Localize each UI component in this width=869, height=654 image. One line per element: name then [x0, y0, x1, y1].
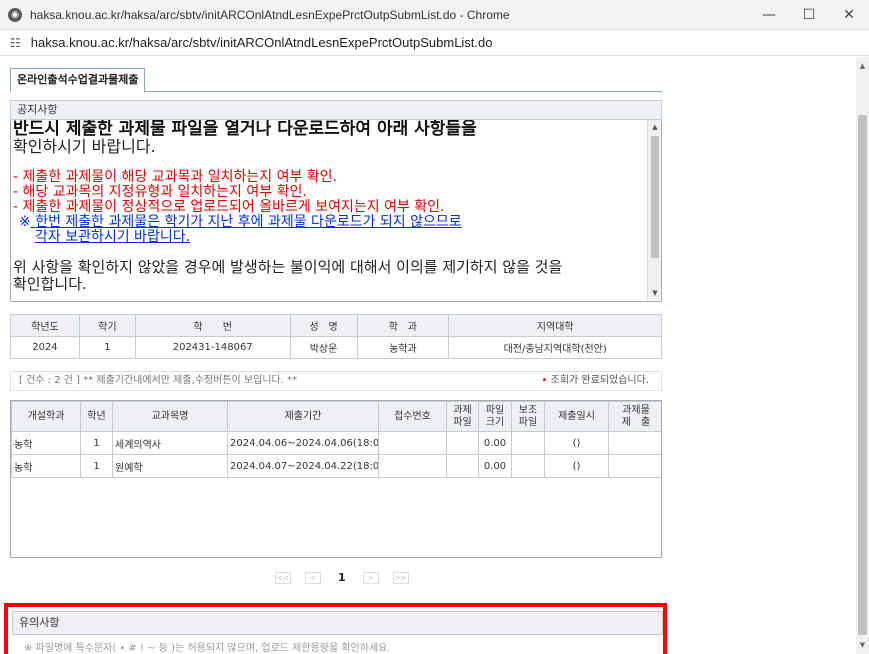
grid-header-receipt-no: 접수번호 — [378, 401, 447, 432]
header-semester: 학기 — [78, 314, 136, 337]
status-message: • 조회가 완료되었습니다. — [542, 372, 649, 390]
site-favicon-icon: ◉ — [8, 7, 22, 22]
notice-blue-mark: ※ — [19, 214, 31, 230]
notice-blue-text-1: 한번 제출한 과제물은 학기가 지난 후에 과제물 다운로드가 되지 않으므로 — [35, 214, 462, 230]
row2-course: 원예학 — [112, 454, 228, 478]
notice-red-2: - 해당 교과목의 지정유형과 일치하는지 여부 확인. — [13, 184, 307, 200]
window-controls: — ☐ ✕ — [749, 0, 869, 30]
notice-box: 반드시 제출한 과제물 파일을 열거나 다운로드하여 아래 사항들을 확인하시기… — [10, 120, 662, 302]
scrollbar-thumb[interactable] — [858, 115, 867, 635]
value-regional-college: 대전/충남지역대학(천안) — [448, 336, 662, 359]
status-text: 조회가 완료되었습니다. — [550, 375, 649, 386]
row1-submit-time: () — [544, 431, 609, 455]
row1-task-file[interactable] — [446, 431, 479, 455]
notice-header: 공지사항 — [10, 100, 662, 120]
notice-plain-1: 위 사항을 확인하지 않았을 경우에 발생하는 불이익에 대해서 이의를 제기하… — [13, 258, 563, 276]
table-row[interactable]: 농학 1 원예학 2024.04.07~2024.04.22(18:0 0.00… — [11, 454, 661, 478]
row2-task-file[interactable] — [446, 454, 479, 478]
header-department: 학 과 — [356, 314, 450, 337]
notice-scroll-thumb[interactable] — [651, 136, 659, 258]
scroll-up-icon[interactable]: ▲ — [856, 59, 869, 73]
student-info-header-row: 학년도 학기 학 번 성 명 학 과 지역대학 — [10, 314, 662, 337]
close-button[interactable]: ✕ — [829, 0, 869, 30]
row1-period: 2024.04.06~2024.04.06(18:0 — [227, 431, 379, 455]
row2-receipt-no — [378, 454, 447, 478]
value-name: 박상운 — [289, 336, 358, 359]
student-info-table: 학년도 학기 학 번 성 명 학 과 지역대학 2024 1 202431-14… — [10, 314, 662, 359]
caution-section-highlight: 유의사항 ※ 파일명에 특수문자( • # ! ~ 등 )는 허용되지 않으며,… — [4, 603, 667, 654]
last-page-button[interactable]: >> — [392, 571, 409, 584]
first-page-button[interactable]: << — [275, 571, 291, 584]
result-count-text: [ 건수 : 2 건 ] ** 제출기간내에서만 제출,수정버튼이 보입니다. … — [19, 375, 298, 386]
row1-grade: 1 — [80, 431, 113, 455]
notice-scroll-down-icon[interactable]: ▼ — [648, 289, 661, 297]
header-student-id: 학 번 — [134, 314, 291, 337]
student-info-value-row: 2024 1 202431-148067 박상운 농학과 대전/충남지역대학(천… — [10, 336, 662, 359]
value-semester: 1 — [78, 336, 136, 359]
row1-file-size: 0.00 — [478, 431, 512, 455]
notice-scroll-up-icon[interactable]: ▲ — [648, 123, 661, 131]
window-titlebar: ◉ haksa.knou.ac.kr/haksa/arc/sbtv/initAR… — [0, 0, 869, 30]
grid-header-submit-time: 제출일시 — [544, 401, 609, 432]
notice-scrollbar[interactable]: ▲ ▼ — [647, 120, 661, 300]
header-year: 학년도 — [10, 314, 80, 337]
table-row[interactable]: 농학 1 세계의역사 2024.04.06~2024.04.06(18:0 0.… — [11, 431, 661, 455]
notice-plain-2: 확인합니다. — [13, 275, 87, 293]
value-student-id: 202431-148067 — [134, 336, 291, 359]
grid-header-dept: 개설학과 — [11, 401, 81, 432]
row1-receipt-no — [378, 431, 447, 455]
pagination: << < 1 > >> — [268, 571, 416, 584]
address-bar: ☷ haksa.knou.ac.kr/haksa/arc/sbtv/initAR… — [0, 30, 869, 56]
notice-red-3: - 제출한 과제물이 정상적으로 업로드되어 올바르게 보여지는지 여부 확인. — [13, 199, 445, 215]
grid-header-submit: 과제물 제 출 — [608, 401, 661, 432]
row2-period: 2024.04.07~2024.04.22(18:0 — [227, 454, 379, 478]
next-page-button[interactable]: > — [362, 571, 379, 584]
result-count-bar: [ 건수 : 2 건 ] ** 제출기간내에서만 제출,수정버튼이 보입니다. … — [10, 371, 662, 391]
submission-grid: 개설학과 학년 교과목명 제출기간 접수번호 과제 파일 파일 크기 보조 파일… — [10, 400, 662, 558]
grid-header-grade: 학년 — [80, 401, 113, 432]
notice-red-1: - 제출한 과제물이 해당 교과목과 일치하는지 여부 확인. — [13, 169, 338, 185]
notice-line-1: 반드시 제출한 과제물 파일을 열거나 다운로드하여 아래 사항들을 — [13, 120, 477, 139]
header-name: 성 명 — [289, 314, 358, 337]
value-department: 농학과 — [356, 336, 450, 359]
row1-dept: 농학 — [11, 431, 81, 455]
tab-strip: 온라인출석수업결과물제출 — [10, 68, 662, 93]
header-regional-college: 지역대학 — [448, 314, 662, 337]
tab-online-attendance-submit[interactable]: 온라인출석수업결과물제출 — [10, 68, 146, 93]
row2-dept: 농학 — [11, 454, 81, 478]
grid-header-task-file: 과제 파일 — [446, 401, 479, 432]
grid-header-course: 교과목명 — [112, 401, 228, 432]
row2-submit[interactable] — [608, 454, 661, 478]
status-dot-icon: • — [541, 375, 548, 386]
row2-submit-time: () — [544, 454, 609, 478]
grid-header-period: 제출기간 — [227, 401, 379, 432]
site-info-icon[interactable]: ☷ — [10, 36, 21, 50]
row1-submit[interactable] — [608, 431, 661, 455]
submission-table: 개설학과 학년 교과목명 제출기간 접수번호 과제 파일 파일 크기 보조 파일… — [11, 401, 661, 478]
notice-blue-2: 각자 보관하시기 바랍니다. — [35, 229, 191, 245]
url-text[interactable]: haksa.knou.ac.kr/haksa/arc/sbtv/initARCO… — [31, 35, 493, 50]
row2-aux-file[interactable] — [511, 454, 545, 478]
minimize-button[interactable]: — — [749, 0, 789, 30]
window-title: haksa.knou.ac.kr/haksa/arc/sbtv/initARCO… — [30, 7, 510, 22]
current-page-number[interactable]: 1 — [338, 571, 346, 584]
scroll-down-icon[interactable]: ▼ — [856, 638, 869, 652]
notice-blue-1: ※ 한번 제출한 과제물은 학기가 지난 후에 과제물 다운로드가 되지 않으므… — [13, 215, 639, 230]
caution-header: 유의사항 — [12, 611, 663, 635]
row1-aux-file[interactable] — [511, 431, 545, 455]
maximize-button[interactable]: ☐ — [789, 0, 829, 30]
page-scrollbar[interactable]: ▲ ▼ — [856, 57, 869, 654]
value-year: 2024 — [10, 336, 80, 359]
grid-header-aux-file: 보조 파일 — [511, 401, 545, 432]
caution-text: ※ 파일명에 특수문자( • # ! ~ 등 )는 허용되지 않으며, 업로드 … — [24, 643, 391, 654]
row2-grade: 1 — [80, 454, 113, 478]
grid-header-file-size: 파일 크기 — [478, 401, 512, 432]
grid-header-row: 개설학과 학년 교과목명 제출기간 접수번호 과제 파일 파일 크기 보조 파일… — [11, 401, 661, 432]
row1-course: 세계의역사 — [112, 431, 228, 455]
prev-page-button[interactable]: < — [305, 571, 321, 584]
row2-file-size: 0.00 — [478, 454, 512, 478]
notice-line-2: 확인하시기 바랍니다. — [13, 137, 156, 156]
